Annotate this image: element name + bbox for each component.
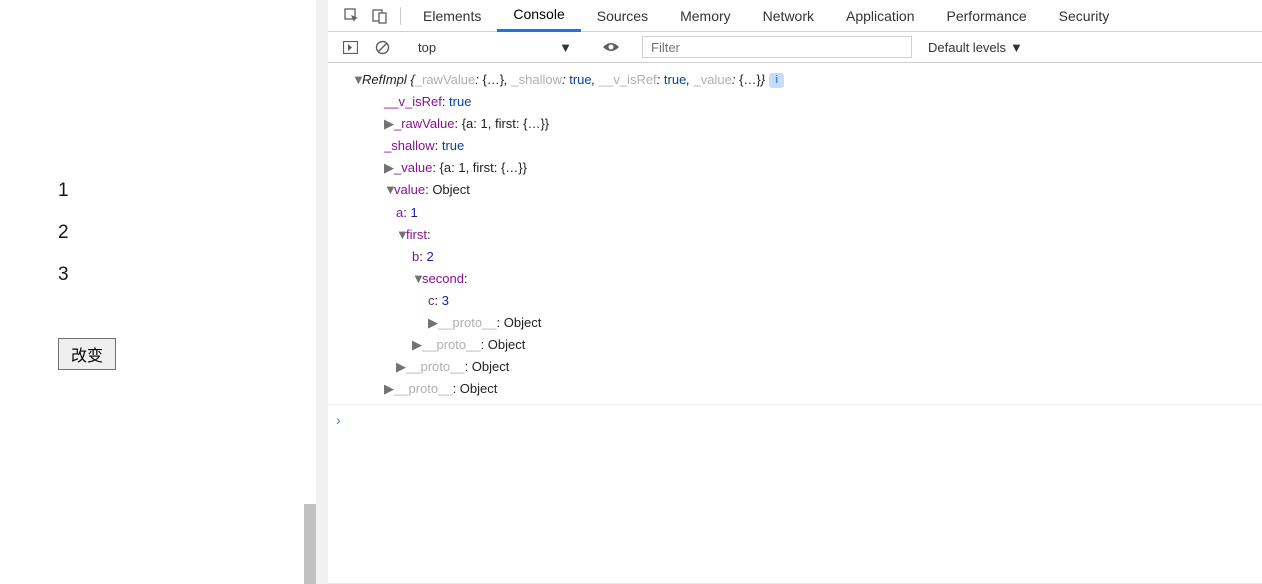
devtools-tabbar: Elements Console Sources Memory Network … — [328, 0, 1262, 32]
tab-security[interactable]: Security — [1043, 1, 1126, 31]
prop-shallow[interactable]: _shallow: true — [352, 135, 1262, 157]
disclosure-closed-icon[interactable]: ▶ — [412, 334, 422, 356]
device-toggle-icon[interactable] — [366, 2, 394, 30]
preview-scrollbar[interactable] — [304, 504, 316, 584]
disclosure-open-icon[interactable]: ▼ — [384, 179, 394, 201]
change-button[interactable]: 改变 — [58, 338, 116, 370]
prop-first[interactable]: ▼first: — [352, 224, 1262, 246]
chevron-down-icon: ▼ — [559, 40, 572, 55]
console-output: ▼RefImpl {_rawValue: {…}, _shallow: true… — [328, 63, 1262, 584]
prop-v-isref[interactable]: __v_isRef: true — [352, 91, 1262, 113]
prop-c[interactable]: c: 3 — [352, 290, 1262, 312]
chevron-down-icon: ▼ — [1010, 40, 1023, 55]
live-expression-icon[interactable] — [596, 41, 626, 53]
prop-proto-4[interactable]: ▶__proto__: Object — [352, 312, 1262, 334]
disclosure-open-icon[interactable]: ▼ — [396, 224, 406, 246]
tab-elements[interactable]: Elements — [407, 1, 497, 31]
devtools-panel: Elements Console Sources Memory Network … — [328, 0, 1262, 584]
sidebar-toggle-icon[interactable] — [338, 35, 362, 59]
disclosure-closed-icon[interactable]: ▶ — [428, 312, 438, 334]
prop-proto-1[interactable]: ▶__proto__: Object — [352, 378, 1262, 400]
clear-console-icon[interactable] — [370, 35, 394, 59]
console-log-entry[interactable]: ▼RefImpl {_rawValue: {…}, _shallow: true… — [328, 69, 1262, 405]
disclosure-open-icon[interactable]: ▼ — [412, 268, 422, 290]
disclosure-closed-icon[interactable]: ▶ — [396, 356, 406, 378]
prop-proto-3[interactable]: ▶__proto__: Object — [352, 334, 1262, 356]
prop-proto-2[interactable]: ▶__proto__: Object — [352, 356, 1262, 378]
tab-divider — [400, 7, 401, 25]
page-number-1: 1 — [58, 180, 316, 202]
console-toolbar: top ▼ Default levels ▼ — [328, 32, 1262, 63]
inspect-icon[interactable] — [338, 2, 366, 30]
prop-value[interactable]: ▼value: Object — [352, 179, 1262, 201]
filter-input[interactable] — [642, 36, 912, 58]
prop-second[interactable]: ▼second: — [352, 268, 1262, 290]
context-label: top — [418, 40, 436, 55]
levels-label: Default levels — [928, 40, 1006, 55]
tab-memory[interactable]: Memory — [664, 1, 747, 31]
disclosure-open-icon[interactable]: ▼ — [352, 69, 362, 91]
disclosure-closed-icon[interactable]: ▶ — [384, 378, 394, 400]
context-selector[interactable]: top ▼ — [410, 38, 580, 57]
page-number-3: 3 — [58, 264, 316, 286]
page-preview: 1 2 3 改变 — [0, 0, 328, 584]
tab-performance[interactable]: Performance — [931, 1, 1043, 31]
console-prompt[interactable]: › — [328, 405, 1262, 438]
tab-console[interactable]: Console — [497, 0, 580, 32]
prop-value-priv[interactable]: ▶_value: {a: 1, first: {…}} — [352, 157, 1262, 179]
prop-a[interactable]: a: 1 — [352, 202, 1262, 224]
object-summary[interactable]: ▼RefImpl {_rawValue: {…}, _shallow: true… — [352, 69, 1262, 91]
prop-rawvalue[interactable]: ▶_rawValue: {a: 1, first: {…}} — [352, 113, 1262, 135]
prop-b[interactable]: b: 2 — [352, 246, 1262, 268]
prompt-chevron-icon: › — [336, 412, 341, 428]
tab-network[interactable]: Network — [747, 1, 830, 31]
log-levels-selector[interactable]: Default levels ▼ — [920, 40, 1031, 55]
tab-application[interactable]: Application — [830, 1, 931, 31]
disclosure-closed-icon[interactable]: ▶ — [384, 157, 394, 179]
disclosure-closed-icon[interactable]: ▶ — [384, 113, 394, 135]
info-badge-icon[interactable]: i — [769, 73, 784, 88]
tab-sources[interactable]: Sources — [581, 1, 664, 31]
page-number-2: 2 — [58, 222, 316, 244]
